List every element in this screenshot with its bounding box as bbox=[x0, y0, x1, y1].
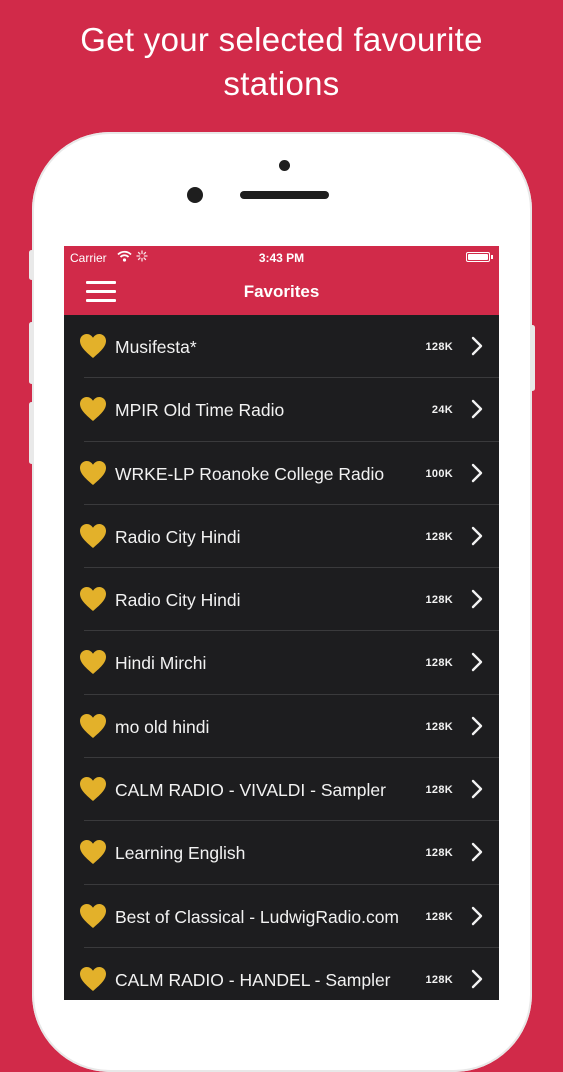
status-time: 3:43 PM bbox=[258, 251, 305, 265]
bitrate-label: 128K bbox=[425, 973, 453, 986]
list-item[interactable]: Learning English 128K bbox=[64, 821, 499, 885]
bitrate-label: 128K bbox=[425, 910, 453, 923]
phone-power-button bbox=[530, 325, 535, 391]
chevron-right-icon bbox=[471, 716, 483, 735]
heart-icon[interactable] bbox=[79, 713, 107, 739]
battery-tip bbox=[491, 255, 493, 259]
station-name: mo old hindi bbox=[115, 716, 210, 737]
chevron-right-icon bbox=[471, 653, 483, 672]
heart-icon[interactable] bbox=[79, 396, 107, 422]
heart-icon[interactable] bbox=[79, 903, 107, 929]
station-name: Hindi Mirchi bbox=[115, 653, 207, 674]
station-name: Musifesta* bbox=[115, 337, 197, 357]
chevron-right-icon bbox=[471, 843, 483, 862]
list-item[interactable]: CALM RADIO - HANDEL - Sampler 128K bbox=[64, 948, 499, 1000]
list-item[interactable]: Musifesta* 128K bbox=[64, 315, 499, 379]
station-name: CALM RADIO - HANDEL - Sampler bbox=[115, 969, 391, 990]
bitrate-label: 128K bbox=[425, 847, 453, 860]
bitrate-label: 128K bbox=[425, 720, 453, 733]
phone-camera bbox=[187, 187, 203, 203]
chevron-right-icon bbox=[471, 779, 483, 799]
chevron-right-icon bbox=[471, 400, 483, 419]
heart-icon[interactable] bbox=[79, 333, 107, 359]
app-screen: Carrier 3:43 PM Favorites Musifesta* 128K… bbox=[64, 246, 499, 1000]
phone-mute-switch bbox=[29, 250, 34, 280]
phone-speaker bbox=[240, 191, 329, 199]
promo-headline-line1: Get your selected favourite bbox=[80, 21, 483, 58]
page-title: Favorites bbox=[243, 282, 320, 301]
bitrate-label: 128K bbox=[425, 594, 453, 607]
battery-icon bbox=[466, 252, 490, 262]
list-item[interactable]: mo old hindi 128K bbox=[64, 695, 499, 759]
list-item[interactable]: Radio City Hindi 128K bbox=[64, 568, 499, 632]
chevron-right-icon bbox=[471, 906, 483, 925]
list-item[interactable]: CALM RADIO - VIVALDI - Sampler 128K bbox=[64, 758, 499, 822]
chevron-right-icon bbox=[471, 969, 483, 989]
station-name: Best of Classical - LudwigRadio.com bbox=[115, 906, 400, 927]
station-name: MPIR Old Time Radio bbox=[115, 400, 285, 421]
list-item[interactable]: Hindi Mirchi 128K bbox=[64, 631, 499, 695]
chevron-right-icon bbox=[471, 463, 483, 482]
list-item[interactable]: Best of Classical - LudwigRadio.com 128K bbox=[64, 885, 499, 948]
heart-icon[interactable] bbox=[79, 649, 107, 675]
bitrate-label: 128K bbox=[425, 657, 453, 670]
phone-sensor bbox=[279, 160, 290, 171]
favorites-list: Musifesta* 128K MPIR Old Time Radio 24K WRKE… bbox=[64, 315, 499, 1000]
heart-icon[interactable] bbox=[79, 839, 107, 865]
phone-volume-up-button bbox=[29, 322, 34, 384]
list-item[interactable]: WRKE-LP Roanoke College Radio 100K bbox=[64, 442, 499, 505]
list-item[interactable]: MPIR Old Time Radio 24K bbox=[64, 378, 499, 442]
station-name: Learning English bbox=[115, 843, 246, 864]
heart-icon[interactable] bbox=[79, 460, 107, 486]
chevron-right-icon bbox=[471, 526, 483, 546]
promo-headline: Get your selected favourite stations bbox=[0, 18, 563, 106]
list-item[interactable]: Radio City Hindi 128K bbox=[64, 505, 499, 569]
heart-icon[interactable] bbox=[79, 586, 107, 612]
chevron-right-icon bbox=[471, 336, 483, 356]
station-name: WRKE-LP Roanoke College Radio bbox=[115, 463, 385, 484]
promo-headline-line2: stations bbox=[223, 65, 340, 102]
phone-volume-down-button bbox=[29, 402, 34, 464]
bitrate-label: 128K bbox=[425, 530, 453, 543]
nav-bar: Favorites bbox=[64, 268, 499, 315]
station-name: CALM RADIO - VIVALDI - Sampler bbox=[115, 780, 386, 801]
bitrate-label: 24K bbox=[431, 404, 453, 417]
bitrate-label: 128K bbox=[425, 341, 453, 353]
heart-icon[interactable] bbox=[79, 966, 107, 992]
chevron-right-icon bbox=[471, 589, 483, 609]
heart-icon[interactable] bbox=[79, 523, 107, 549]
station-name: Radio City Hindi bbox=[115, 526, 241, 547]
bitrate-label: 100K bbox=[425, 467, 453, 480]
status-bar: Carrier 3:43 PM bbox=[64, 246, 499, 268]
bitrate-label: 128K bbox=[425, 784, 453, 797]
station-name: Radio City Hindi bbox=[115, 590, 241, 611]
heart-icon[interactable] bbox=[79, 776, 107, 802]
